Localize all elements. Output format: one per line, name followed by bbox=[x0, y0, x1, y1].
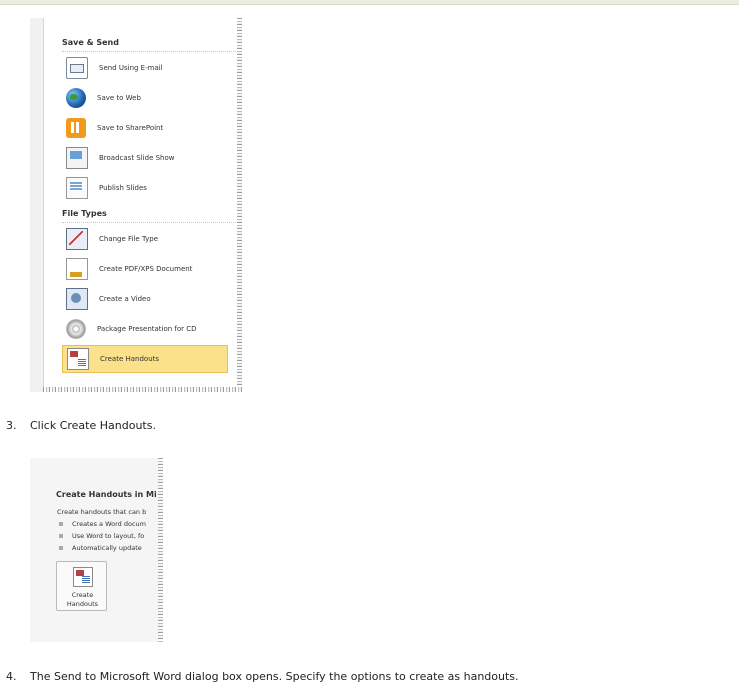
video-icon bbox=[66, 288, 88, 310]
email-icon bbox=[66, 57, 88, 79]
menu-item-label: Package Presentation for CD bbox=[97, 325, 197, 333]
bullet-text: Automatically update bbox=[72, 544, 142, 552]
handouts-icon bbox=[67, 348, 89, 370]
step-text: The Send to Microsoft Word dialog box op… bbox=[30, 670, 519, 683]
publish-slides-icon bbox=[66, 177, 88, 199]
section-divider bbox=[62, 222, 236, 223]
menu-item-label: Create a Video bbox=[99, 295, 151, 303]
menu-item-create-handouts[interactable]: Create Handouts bbox=[62, 345, 228, 373]
bullet-icon bbox=[59, 534, 63, 538]
top-page-strip bbox=[0, 0, 739, 5]
save-send-menu-screenshot: Save & Send Send Using E-mail Save to We… bbox=[30, 18, 242, 392]
menu-item-create-pdf-xps[interactable]: Create PDF/XPS Document bbox=[62, 255, 228, 283]
create-handouts-pane-screenshot: Create Handouts in Mi Create handouts th… bbox=[30, 458, 163, 642]
menu-item-send-using-email[interactable]: Send Using E-mail bbox=[62, 54, 228, 82]
menu-item-label: Create PDF/XPS Document bbox=[99, 265, 193, 273]
menu-item-create-a-video[interactable]: Create a Video bbox=[62, 285, 228, 313]
menu-item-label: Save to Web bbox=[97, 94, 141, 102]
broadcast-icon bbox=[66, 147, 88, 169]
menu-item-label: Create Handouts bbox=[100, 355, 160, 363]
pane-description: Create handouts that can b bbox=[57, 508, 147, 516]
bullet-item: Use Word to layout, fo bbox=[59, 532, 144, 540]
button-label-line1: Create bbox=[71, 591, 94, 599]
menu-item-label: Send Using E-mail bbox=[99, 64, 163, 72]
menu-item-save-to-sharepoint[interactable]: Save to SharePoint bbox=[62, 114, 228, 142]
menu-item-publish-slides[interactable]: Publish Slides bbox=[62, 174, 228, 202]
torn-edge-bottom bbox=[43, 387, 242, 392]
menu-item-label: Change File Type bbox=[99, 235, 159, 243]
pane-title: Create Handouts in Mi bbox=[56, 490, 157, 499]
torn-edge-right bbox=[158, 458, 163, 642]
bullet-text: Creates a Word docum bbox=[72, 520, 147, 528]
bullet-item: Creates a Word docum bbox=[59, 520, 146, 528]
menu-item-change-file-type[interactable]: Change File Type bbox=[62, 225, 228, 253]
section-divider bbox=[62, 51, 236, 52]
step-4-instruction: 4. The Send to Microsoft Word dialog box … bbox=[6, 670, 519, 683]
menu-item-label: Broadcast Slide Show bbox=[99, 154, 175, 162]
globe-icon bbox=[66, 88, 86, 108]
step-number: 3. bbox=[6, 419, 17, 432]
section-heading-file-types: File Types bbox=[62, 209, 107, 218]
menu-item-broadcast-slide-show[interactable]: Broadcast Slide Show bbox=[62, 144, 228, 172]
menu-item-label: Publish Slides bbox=[99, 184, 147, 192]
create-handouts-button[interactable]: Create Handouts bbox=[56, 561, 107, 611]
torn-edge-right bbox=[237, 18, 242, 392]
bullet-icon bbox=[59, 546, 63, 550]
menu-item-save-to-web[interactable]: Save to Web bbox=[62, 84, 228, 112]
bullet-text: Use Word to layout, fo bbox=[72, 532, 145, 540]
menu-item-label: Save to SharePoint bbox=[97, 124, 164, 132]
bullet-icon bbox=[59, 522, 63, 526]
pdf-document-icon bbox=[66, 258, 88, 280]
step-number: 4. bbox=[6, 670, 17, 683]
save-send-panel: Save & Send Send Using E-mail Save to We… bbox=[43, 18, 241, 388]
handouts-icon bbox=[73, 567, 93, 587]
bullet-item: Automatically update bbox=[59, 544, 142, 552]
step-text: Click Create Handouts. bbox=[30, 419, 156, 432]
section-heading-save-send: Save & Send bbox=[62, 38, 119, 47]
change-file-type-icon bbox=[66, 228, 88, 250]
create-handouts-panel: Create Handouts in Mi Create handouts th… bbox=[30, 458, 158, 642]
menu-item-package-for-cd[interactable]: Package Presentation for CD bbox=[62, 315, 228, 343]
cd-icon bbox=[66, 319, 86, 339]
button-label-line2: Handouts bbox=[66, 600, 99, 608]
sharepoint-icon bbox=[66, 118, 86, 138]
step-3-instruction: 3. Click Create Handouts. bbox=[6, 419, 156, 432]
